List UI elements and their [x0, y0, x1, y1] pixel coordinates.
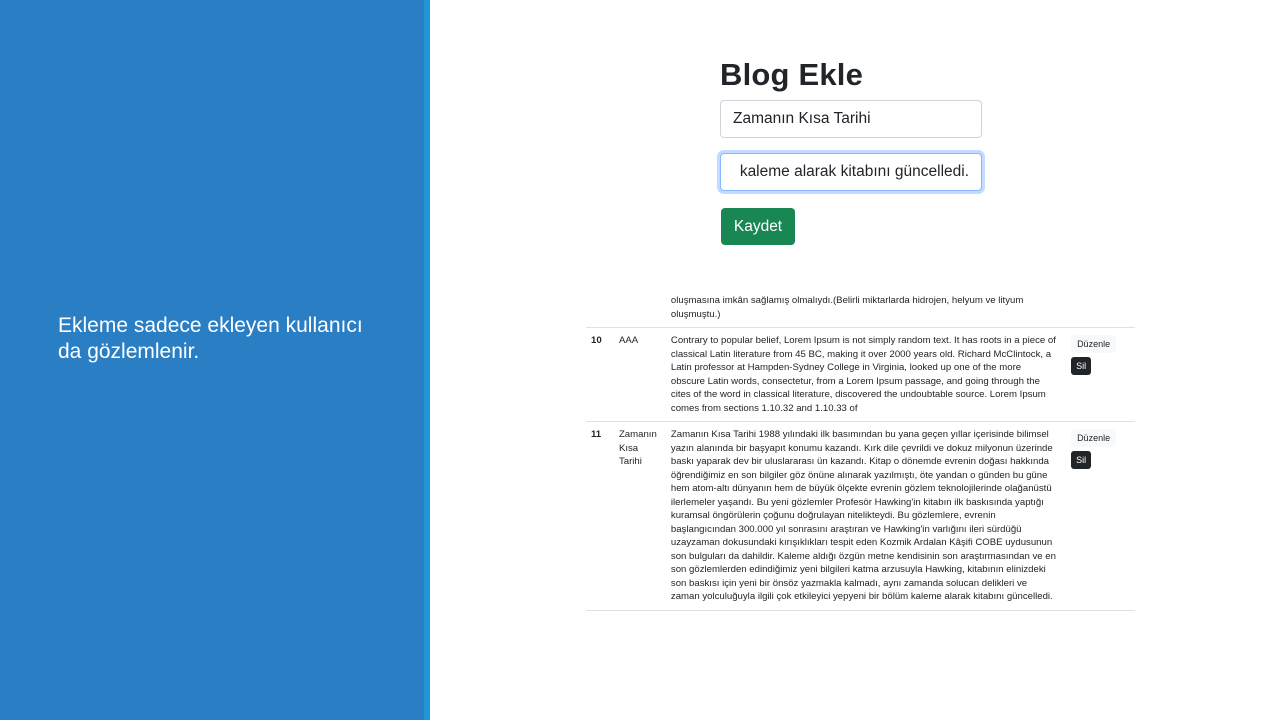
row-id: 10: [586, 327, 615, 422]
blog-content-value: kaleme alarak kitabını güncelledi.: [739, 163, 969, 180]
slide-caption: Ekleme sadece ekleyen kullanıcı da gözle…: [58, 314, 363, 363]
edit-button[interactable]: Düzenle: [1071, 429, 1117, 447]
blog-table: oluşmasına imkân sağlamış olmalıydı.(Bel…: [586, 281, 1135, 641]
table-row: 10 AAA Contrary to popular belief, Lorem…: [586, 327, 1135, 422]
save-button[interactable]: Kaydet: [721, 208, 795, 245]
blog-add-form: Blog Ekle Zamanın Kısa Tarihi kaleme ala…: [720, 56, 984, 245]
previous-row-content-tail: oluşmasına imkân sağlamış olmalıydı.(Bel…: [670, 295, 1024, 320]
table-row: 11 Zamanın Kısa Tarihi Zamanın Kısa Tari…: [586, 421, 1135, 611]
blog-title-value: Zamanın Kısa Tarihi: [733, 110, 871, 127]
delete-button[interactable]: Sil: [1071, 451, 1092, 469]
row-content: Contrary to popular belief, Lorem Ipsum …: [670, 335, 1056, 414]
row-title: AAA: [614, 327, 667, 422]
row-title: Zamanın Kısa Tarihi: [614, 421, 667, 611]
blog-title-input[interactable]: Zamanın Kısa Tarihi: [720, 100, 982, 138]
table-row-partial: oluşmasına imkân sağlamış olmalıydı.(Bel…: [586, 281, 1135, 328]
slide-left-panel: Ekleme sadece ekleyen kullanıcı da gözle…: [0, 0, 424, 720]
delete-button[interactable]: Sil: [1071, 357, 1092, 375]
blog-content-input[interactable]: kaleme alarak kitabını güncelledi.: [720, 153, 982, 191]
row-content: Zamanın Kısa Tarihi 1988 yılındaki ilk b…: [670, 429, 1056, 602]
edit-button[interactable]: Düzenle: [1071, 335, 1117, 353]
row-id: 11: [586, 421, 615, 611]
slide-accent-bar: [424, 0, 430, 720]
form-heading: Blog Ekle: [720, 57, 864, 92]
